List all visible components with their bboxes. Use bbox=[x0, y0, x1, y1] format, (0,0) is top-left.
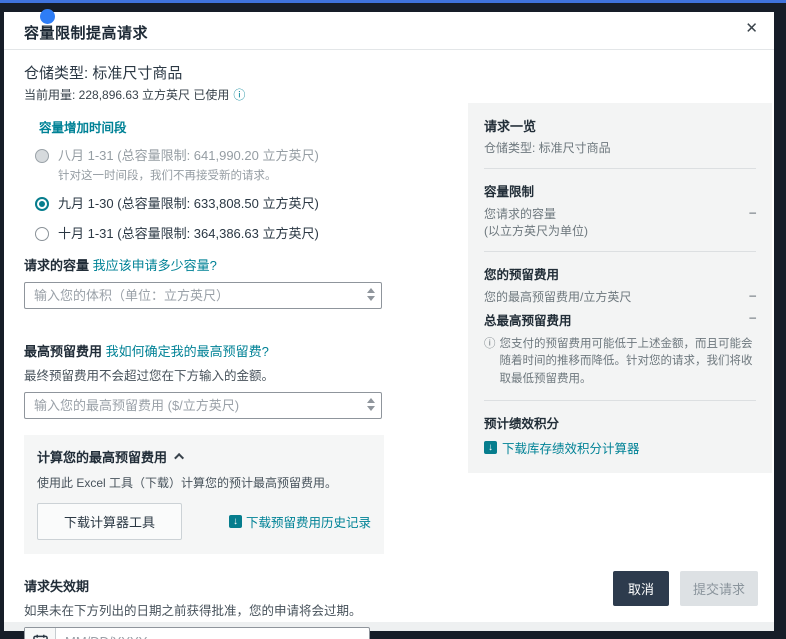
summary-row-value: – bbox=[749, 205, 756, 219]
requested-capacity-label: 请求的容量 bbox=[24, 258, 89, 273]
period-section-label: 容量增加时间段 bbox=[39, 117, 424, 136]
calculator-title-row: 计算您的最高预留费用 bbox=[37, 447, 371, 466]
requested-capacity-summary-row: 您请求的容量 – bbox=[484, 205, 756, 222]
max-fee-label-row: 最高预留费用 我如何确定我的最高预留费? bbox=[24, 341, 424, 360]
performance-title: 预计绩效积分 bbox=[484, 413, 756, 432]
capacity-stepper[interactable] bbox=[367, 288, 375, 301]
stepper-down-icon[interactable] bbox=[367, 296, 375, 301]
fee-history-link-label: 下载预留费用历史记录 bbox=[246, 512, 371, 531]
request-summary-panel: 请求一览 仓储类型: 标准尺寸商品 容量限制 您请求的容量 – (以立方英尺为单… bbox=[468, 103, 772, 473]
summary-row-label: 总最高预留费用 bbox=[484, 310, 572, 329]
top-accent-line bbox=[0, 0, 786, 3]
radio-selected-icon[interactable] bbox=[35, 197, 49, 211]
summary-row-label: 您的最高预留费用/立方英尺 bbox=[484, 288, 631, 305]
capacity-help-link[interactable]: 我应该申请多少容量? bbox=[93, 258, 217, 273]
current-usage-line: 当前用量: 228,896.63 立方英尺 已使用 ⓘ bbox=[24, 86, 424, 103]
period-option-label: 八月 1-31 (总容量限制: 641,990.20 立方英尺) bbox=[58, 148, 319, 164]
period-option-label: 九月 1-30 (总容量限制: 633,808.50 立方英尺) bbox=[58, 196, 319, 212]
dialog-header: 容量限制提高请求 ✕ bbox=[4, 12, 774, 50]
download-icon: ↓ bbox=[229, 515, 242, 528]
expiry-date-field bbox=[24, 627, 370, 639]
radio-unselected-icon[interactable] bbox=[35, 227, 49, 241]
period-option-october[interactable]: 十月 1-31 (总容量限制: 364,386.63 立方英尺) bbox=[35, 226, 424, 242]
performance-link-label: 下载库存绩效积分计算器 bbox=[502, 438, 640, 457]
max-fee-help-link[interactable]: 我如何确定我的最高预留费? bbox=[106, 344, 269, 359]
summary-title: 请求一览 bbox=[484, 116, 756, 135]
download-calculator-button[interactable]: 下载计算器工具 bbox=[37, 503, 182, 540]
storage-type-heading: 仓储类型: 标准尺寸商品 bbox=[24, 62, 424, 83]
expiry-section: 请求失效期 如果未在下方列出的日期之前获得批准，您的申请将会过期。 bbox=[24, 576, 424, 639]
radio-disabled-icon[interactable] bbox=[35, 149, 49, 163]
window-frame: 容量限制提高请求 ✕ 仓储类型: 标准尺寸商品 当前用量: 228,896.63… bbox=[0, 0, 786, 639]
summary-row-value: – bbox=[749, 310, 756, 324]
reservation-fee-title: 您的预留费用 bbox=[484, 264, 756, 283]
period-option-august[interactable]: 八月 1-31 (总容量限制: 641,990.20 立方英尺) 针对这一时间段… bbox=[35, 148, 424, 183]
max-fee-summary-row: 您的最高预留费用/立方英尺 – bbox=[484, 288, 756, 305]
expiry-note: 如果未在下方列出的日期之前获得批准，您的申请将会过期。 bbox=[24, 600, 424, 619]
calculator-actions: 下载计算器工具 ↓ 下载预留费用历史记录 bbox=[37, 503, 371, 540]
fee-history-link[interactable]: ↓ 下载预留费用历史记录 bbox=[229, 512, 371, 531]
divider bbox=[484, 251, 756, 252]
info-icon: ⓘ bbox=[484, 336, 496, 388]
max-fee-input[interactable] bbox=[24, 392, 382, 419]
submit-request-button[interactable]: 提交请求 bbox=[680, 571, 758, 606]
period-option-note: 针对这一时间段，我们不再接受新的请求。 bbox=[58, 167, 319, 183]
calculator-box: 计算您的最高预留费用 使用此 Excel 工具（下载）计算您的预计最高预留费用。… bbox=[24, 435, 384, 554]
divider bbox=[484, 400, 756, 401]
summary-storage-type: 仓储类型: 标准尺寸商品 bbox=[484, 139, 756, 156]
max-fee-stepper[interactable] bbox=[367, 398, 375, 411]
dialog-footer: 取消 提交请求 bbox=[613, 571, 758, 606]
stepper-up-icon[interactable] bbox=[367, 398, 375, 403]
info-icon[interactable]: ⓘ bbox=[233, 86, 245, 103]
pointer-dot bbox=[40, 9, 55, 24]
max-fee-label: 最高预留费用 bbox=[24, 344, 102, 359]
divider bbox=[484, 168, 756, 169]
requested-capacity-input[interactable] bbox=[24, 282, 382, 309]
capacity-limit-title: 容量限制 bbox=[484, 181, 756, 200]
performance-calculator-link[interactable]: ↓ 下载库存绩效积分计算器 bbox=[484, 438, 756, 457]
calculator-description: 使用此 Excel 工具（下载）计算您的预计最高预留费用。 bbox=[37, 474, 371, 491]
requested-capacity-field bbox=[24, 282, 382, 309]
fee-disclaimer: ⓘ 您支付的预留费用可能低于上述金额，而且可能会随着时间的推移而降低。针对您的请… bbox=[484, 336, 756, 388]
stepper-up-icon[interactable] bbox=[367, 288, 375, 293]
collapse-chevron-icon[interactable] bbox=[174, 453, 184, 463]
form-column: 仓储类型: 标准尺寸商品 当前用量: 228,896.63 立方英尺 已使用 ⓘ… bbox=[24, 62, 424, 639]
stepper-down-icon[interactable] bbox=[367, 406, 375, 411]
fee-disclaimer-text: 您支付的预留费用可能低于上述金额，而且可能会随着时间的推移而降低。针对您的请求，… bbox=[500, 336, 757, 388]
current-usage-text: 当前用量: 228,896.63 立方英尺 已使用 bbox=[24, 86, 229, 103]
max-fee-field bbox=[24, 392, 382, 419]
period-option-label: 十月 1-31 (总容量限制: 364,386.63 立方英尺) bbox=[58, 226, 319, 242]
calculator-title: 计算您的最高预留费用 bbox=[37, 447, 167, 466]
total-fee-summary-row: 总最高预留费用 – bbox=[484, 310, 756, 329]
summary-row-sublabel: (以立方英尺为单位) bbox=[484, 222, 756, 239]
max-fee-note: 最终预留费用不会超过您在下方输入的金额。 bbox=[24, 365, 424, 384]
period-radio-group: 八月 1-31 (总容量限制: 641,990.20 立方英尺) 针对这一时间段… bbox=[35, 148, 424, 242]
expiry-date-input[interactable] bbox=[56, 628, 369, 639]
expiry-label: 请求失效期 bbox=[24, 576, 424, 595]
download-icon: ↓ bbox=[484, 441, 497, 454]
calendar-icon[interactable] bbox=[25, 628, 56, 639]
dialog-title: 容量限制提高请求 bbox=[24, 25, 148, 42]
requested-capacity-label-row: 请求的容量 我应该申请多少容量? bbox=[24, 255, 424, 274]
cancel-button[interactable]: 取消 bbox=[613, 571, 669, 606]
capacity-increase-dialog: 容量限制提高请求 ✕ 仓储类型: 标准尺寸商品 当前用量: 228,896.63… bbox=[4, 12, 774, 622]
close-icon[interactable]: ✕ bbox=[745, 21, 758, 36]
summary-row-label: 您请求的容量 bbox=[484, 205, 556, 222]
summary-row-value: – bbox=[749, 288, 756, 302]
period-option-september[interactable]: 九月 1-30 (总容量限制: 633,808.50 立方英尺) bbox=[35, 196, 424, 212]
